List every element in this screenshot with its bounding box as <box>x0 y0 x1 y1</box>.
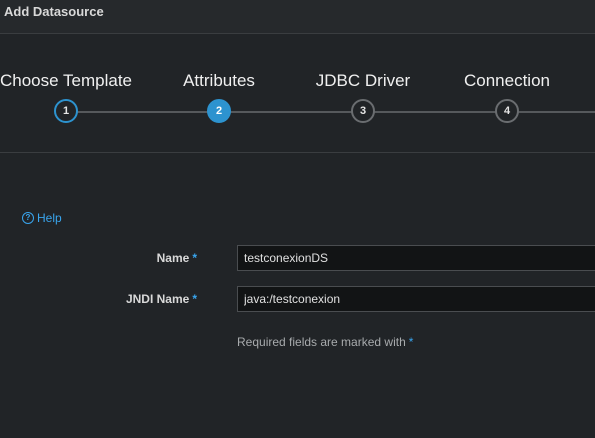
wizard-step-connection[interactable]: Connection 4 <box>417 34 595 123</box>
dialog-title: Add Datasource <box>4 4 104 19</box>
help-label: Help <box>37 211 62 225</box>
wizard-step-label: Connection <box>463 71 550 90</box>
required-marker: * <box>192 251 197 265</box>
question-circle-icon: ? <box>22 212 34 224</box>
jndi-name-field-label: JNDI Name * <box>126 292 197 306</box>
wizard-progress: Choose Template 1 Attributes 2 JDBC Driv… <box>0 34 595 153</box>
wizard-step-number: 2 <box>207 99 231 123</box>
jndi-name-input[interactable] <box>237 286 595 312</box>
name-input[interactable] <box>237 245 595 271</box>
required-note-text: Required fields are marked with <box>237 335 406 349</box>
wizard-step-number: 3 <box>351 99 375 123</box>
help-link[interactable]: ? Help <box>22 211 62 225</box>
required-fields-note: Required fields are marked with * <box>237 335 413 349</box>
add-datasource-dialog: Add Datasource Choose Template 1 Attribu… <box>0 0 595 438</box>
jndi-name-label-text: JNDI Name <box>125 292 190 306</box>
required-marker: * <box>192 292 197 306</box>
wizard-step-number: 1 <box>54 99 78 123</box>
name-field-label: Name * <box>157 251 197 265</box>
wizard-step-number: 4 <box>495 99 519 123</box>
dialog-header: Add Datasource <box>0 0 595 34</box>
required-marker: * <box>408 335 414 349</box>
name-label-text: Name <box>156 251 190 265</box>
